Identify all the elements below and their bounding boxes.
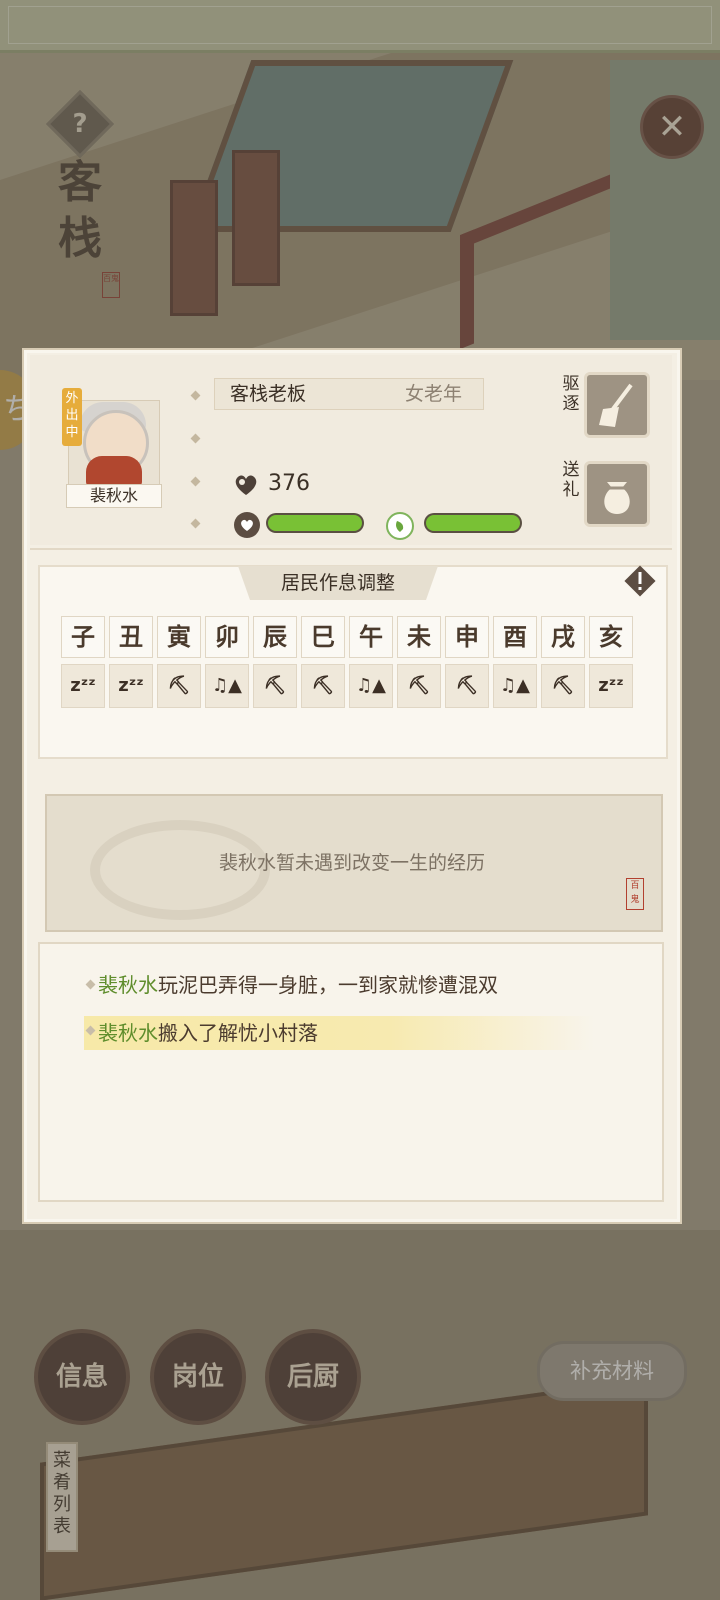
health-bar (266, 513, 364, 533)
health-bar-fill (268, 515, 362, 531)
hour-cell: 午 (349, 616, 393, 658)
leaf-icon (386, 512, 414, 540)
character-gender-age: 女老年 (405, 383, 463, 405)
hour-cell: 戌 (541, 616, 585, 658)
hour-cell: 子 (61, 616, 105, 658)
experience-seal: 百鬼 (626, 878, 644, 910)
activity-cell[interactable]: ♫▲ (205, 664, 249, 708)
hour-cell: 寅 (157, 616, 201, 658)
life-experience-text: 裴秋水暂未遇到改变一生的经历 (218, 852, 485, 874)
activity-cell[interactable]: ⛏ (445, 664, 489, 708)
sleep-icon: zᶻᶻ (70, 675, 96, 696)
character-name: 裴秋水 (66, 484, 162, 508)
activity-cell[interactable]: ♫▲ (349, 664, 393, 708)
activity-cell[interactable]: ⛏ (253, 664, 297, 708)
hour-cell: 卯 (205, 616, 249, 658)
hour-cell: 申 (445, 616, 489, 658)
music-person-icon: ♫▲ (356, 675, 386, 696)
coin-heart-icon (232, 470, 260, 498)
log-entry-text: 搬入了解忧小村落 (158, 1021, 318, 1045)
pickaxe-icon: ⛏ (167, 675, 191, 696)
schedule-title: 居民作息调整 (280, 572, 395, 594)
gift-label: 送礼 (562, 460, 580, 500)
gift-button[interactable] (584, 461, 650, 527)
activity-cell[interactable]: ⛏ (157, 664, 201, 708)
pickaxe-icon: ⛏ (407, 675, 431, 696)
sleep-icon: zᶻᶻ (118, 675, 144, 696)
activity-cell[interactable]: zᶻᶻ (109, 664, 153, 708)
log-entry: 裴秋水搬入了解忧小村落 (98, 1018, 318, 1048)
music-person-icon: ♫▲ (212, 675, 242, 696)
log-entry-name[interactable]: 裴秋水 (98, 973, 158, 997)
hour-cell: 未 (397, 616, 441, 658)
heart-icon (234, 512, 260, 538)
status-badge: 外出中 (62, 388, 82, 446)
log-entry: 裴秋水玩泥巴弄得一身脏，一到家就惨遭混双 (98, 970, 498, 1000)
activity-cell[interactable]: ♫▲ (493, 664, 537, 708)
expel-button[interactable] (584, 372, 650, 438)
activity-cell[interactable]: ⛏ (301, 664, 345, 708)
mood-bar (424, 513, 522, 533)
hour-cell: 巳 (301, 616, 345, 658)
activity-cell[interactable]: ⛏ (541, 664, 585, 708)
money-value: 376 (268, 471, 310, 496)
activity-cell[interactable]: ⛏ (397, 664, 441, 708)
broom-icon (599, 383, 633, 427)
mood-bar-fill (426, 515, 520, 531)
expel-label: 驱逐 (562, 374, 580, 414)
pouch-icon (604, 482, 630, 514)
pickaxe-icon: ⛏ (263, 675, 287, 696)
pickaxe-icon: ⛏ (311, 675, 335, 696)
hour-cell: 酉 (493, 616, 537, 658)
hour-cell: 亥 (589, 616, 633, 658)
hour-cell: 丑 (109, 616, 153, 658)
character-role: 客栈老板 (230, 383, 307, 405)
warning-icon[interactable] (622, 563, 658, 599)
avatar-body (86, 456, 142, 486)
hour-cell: 辰 (253, 616, 297, 658)
music-person-icon: ♫▲ (500, 675, 530, 696)
log-entry-text: 玩泥巴弄得一身脏，一到家就惨遭混双 (158, 973, 498, 997)
section-divider (30, 548, 672, 550)
activity-cell[interactable]: zᶻᶻ (61, 664, 105, 708)
pickaxe-icon: ⛏ (551, 675, 575, 696)
activity-cell[interactable]: zᶻᶻ (589, 664, 633, 708)
pickaxe-icon: ⛏ (455, 675, 479, 696)
log-entry-name[interactable]: 裴秋水 (98, 1021, 158, 1045)
sleep-icon: zᶻᶻ (598, 675, 624, 696)
